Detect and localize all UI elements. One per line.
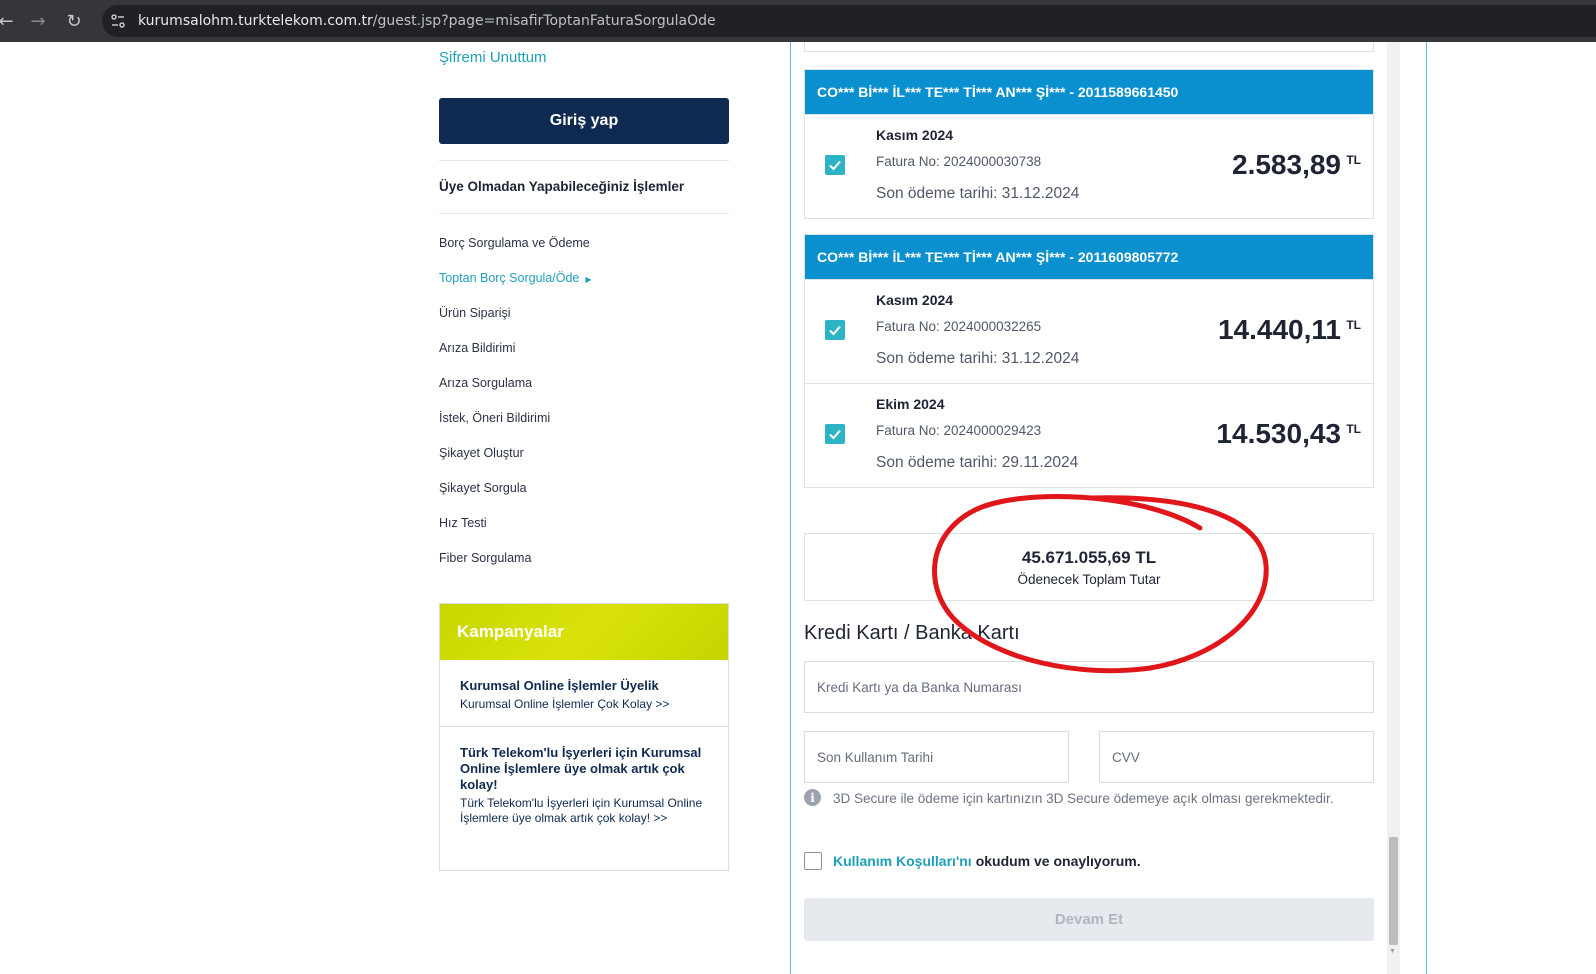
previous-card-edge	[804, 42, 1374, 52]
login-button[interactable]: Giriş yap	[439, 98, 729, 144]
menu-item-request-suggestion[interactable]: İstek, Öneri Bildirimi	[439, 409, 592, 444]
terms-checkbox[interactable]	[804, 852, 822, 870]
campaign-item-title: Kurumsal Online İşlemler Üyelik	[460, 678, 659, 693]
invoice-row: Ekim 2024 Fatura No: 2024000029423 Son ö…	[805, 383, 1373, 487]
invoice-row: Kasım 2024 Fatura No: 2024000032265 Son …	[805, 279, 1373, 383]
account-header: CO*** Bİ*** İL*** TE*** Tİ*** AN*** Şİ**…	[805, 235, 1373, 279]
menu-item-label: Şikayet Oluştur	[439, 446, 524, 460]
scroll-down-icon[interactable]: ▼	[1389, 948, 1396, 955]
menu-item-bulk-debt[interactable]: Toptan Borç Sorgula/Öde ▶	[439, 269, 592, 304]
address-bar[interactable]: kurumsalohm.turktelekom.com.tr/guest.jsp…	[102, 5, 1596, 37]
url-text: kurumsalohm.turktelekom.com.tr/guest.jsp…	[138, 13, 716, 29]
campaign-item-desc: Türk Telekom'lu İşyerleri için Kurumsal …	[460, 796, 703, 825]
terms-link[interactable]: Kullanım Koşulları'nı	[833, 853, 972, 869]
url-host: kurumsalohm.turktelekom.com.tr	[138, 13, 373, 29]
terms-text: okudum ve onaylıyorum.	[975, 853, 1141, 869]
divider	[439, 160, 729, 161]
campaigns-box: Kampanyalar Kurumsal Online İşlemler Üye…	[439, 603, 729, 871]
invoice-month: Kasım 2024	[876, 127, 954, 143]
invoice-checkbox[interactable]	[825, 320, 845, 340]
total-label: Ödenecek Toplam Tutar	[1017, 572, 1161, 587]
account-card: CO*** Bİ*** İL*** TE*** Tİ*** AN*** Şİ**…	[804, 69, 1374, 219]
checkmark-icon	[829, 325, 841, 336]
invoice-number: Fatura No: 2024000029423	[876, 423, 1042, 438]
menu-item-complaint-query[interactable]: Şikayet Sorgula	[439, 479, 592, 514]
caret-right-icon: ▶	[585, 275, 592, 284]
menu-item-label: Arıza Sorgulama	[439, 376, 533, 390]
campaign-item-desc: Kurumsal Online İşlemler Çok Kolay >>	[460, 697, 670, 711]
invoice-due-date: Son ödeme tarihi: 29.11.2024	[876, 454, 1079, 471]
total-box: 45.671.055,69 TL Ödenecek Toplam Tutar	[804, 533, 1374, 601]
invoice-amount: 14.530,43	[1216, 418, 1341, 449]
card-section-title: Kredi Kartı / Banka Kartı	[804, 622, 1020, 644]
invoice-due-date: Son ödeme tarihi: 31.12.2024	[876, 350, 1080, 367]
campaign-item[interactable]: Kurumsal Online İşlemler Üyelik Kurumsal…	[440, 660, 728, 727]
invoice-due-date: Son ödeme tarihi: 31.12.2024	[876, 185, 1080, 202]
account-header: CO*** Bİ*** İL*** TE*** Tİ*** AN*** Şİ**…	[805, 70, 1373, 114]
account-card: CO*** Bİ*** İL*** TE*** Tİ*** AN*** Şİ**…	[804, 234, 1374, 488]
guest-actions-title: Üye Olmadan Yapabileceğiniz İşlemler	[439, 179, 685, 194]
scrollbar[interactable]: ▼	[1387, 42, 1400, 974]
invoice-amount: 14.440,11	[1217, 314, 1341, 345]
menu-item-product-order[interactable]: Ürün Siparişi	[439, 304, 592, 339]
menu-item-label: İstek, Öneri Bildirimi	[439, 411, 551, 425]
menu-item-fault-report[interactable]: Arıza Bildirimi	[439, 339, 592, 374]
back-icon[interactable]: ←	[0, 7, 20, 35]
menu-item-label: Toptan Borç Sorgula/Öde	[439, 271, 580, 285]
invoice-checkbox[interactable]	[825, 424, 845, 444]
secure-info: i 3D Secure ile ödeme için kartınızın 3D…	[804, 788, 1344, 809]
forgot-password-link[interactable]: Şifremi Unuttum	[439, 49, 547, 66]
menu-item-complaint-create[interactable]: Şikayet Oluştur	[439, 444, 592, 479]
card-number-input[interactable]	[804, 661, 1374, 713]
invoice-month: Ekim 2024	[876, 396, 945, 412]
invoice-currency: TL	[1346, 318, 1361, 332]
secure-info-text: 3D Secure ile ödeme için kartınızın 3D S…	[833, 791, 1334, 806]
divider	[439, 213, 729, 214]
continue-button[interactable]: Devam Et	[804, 898, 1374, 941]
payment-panel: CO*** Bİ*** İL*** TE*** Tİ*** AN*** Şİ**…	[790, 42, 1427, 974]
menu-item-fault-query[interactable]: Arıza Sorgulama	[439, 374, 592, 409]
menu-item-label: Borç Sorgulama ve Ödeme	[439, 236, 590, 250]
campaign-item[interactable]: Türk Telekom'lu İşyerleri için Kurumsal …	[440, 727, 728, 840]
invoice-row: Kasım 2024 Fatura No: 2024000030738 Son …	[805, 114, 1373, 218]
invoice-currency: TL	[1346, 422, 1361, 436]
menu-item-label: Hız Testi	[439, 516, 487, 530]
menu-item-label: Ürün Siparişi	[439, 306, 511, 320]
checkmark-icon	[829, 429, 841, 440]
menu-item-debt-query[interactable]: Borç Sorgulama ve Ödeme	[439, 234, 592, 269]
checkmark-icon	[829, 160, 841, 171]
terms-row: Kullanım Koşulları'nı okudum ve onaylıyo…	[804, 852, 1141, 870]
url-path: /guest.jsp?page=misafirToptanFaturaSorgu…	[372, 13, 716, 29]
browser-toolbar: ← → ↻ kurumsalohm.turktelekom.com.tr/gue…	[0, 0, 1596, 42]
guest-menu: Borç Sorgulama ve Ödeme Toptan Borç Sorg…	[439, 234, 592, 584]
invoice-amount: 2.583,89	[1232, 149, 1341, 180]
menu-item-label: Arıza Bildirimi	[439, 341, 516, 355]
menu-item-label: Şikayet Sorgula	[439, 481, 527, 495]
menu-item-speed-test[interactable]: Hız Testi	[439, 514, 592, 549]
reload-icon[interactable]: ↻	[60, 7, 88, 35]
invoice-checkbox[interactable]	[825, 155, 845, 175]
invoice-currency: TL	[1346, 153, 1361, 167]
expiry-date-input[interactable]	[804, 731, 1069, 783]
campaigns-title: Kampanyalar	[440, 604, 728, 660]
invoice-month: Kasım 2024	[876, 292, 954, 308]
menu-item-fiber-query[interactable]: Fiber Sorgulama	[439, 549, 592, 584]
cvv-input[interactable]	[1099, 731, 1374, 783]
menu-item-label: Fiber Sorgulama	[439, 551, 532, 565]
invoice-number: Fatura No: 2024000030738	[876, 154, 1042, 169]
site-info-icon[interactable]	[110, 13, 126, 29]
campaign-item-title: Türk Telekom'lu İşyerleri için Kurumsal …	[460, 745, 702, 792]
total-amount: 45.671.055,69 TL	[1021, 548, 1157, 567]
forward-icon[interactable]: →	[24, 7, 52, 35]
info-icon: i	[804, 789, 821, 806]
invoice-number: Fatura No: 2024000032265	[876, 319, 1042, 334]
scrollbar-thumb[interactable]	[1389, 837, 1398, 945]
